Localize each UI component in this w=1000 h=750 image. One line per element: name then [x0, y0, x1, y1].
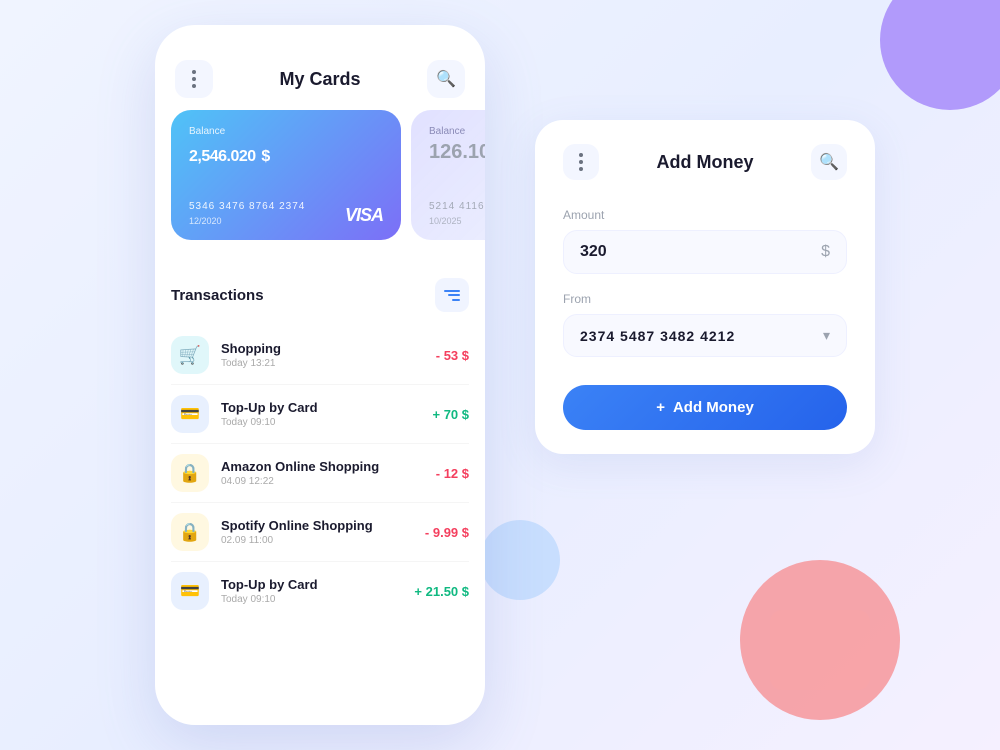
transaction-info: Amazon Online Shopping 04.09 12:22	[221, 459, 436, 487]
card-balance-label: Balance	[189, 126, 383, 137]
transaction-info: Shopping Today 13:21	[221, 341, 436, 369]
amount-input-row[interactable]: $	[563, 230, 847, 274]
transaction-item[interactable]: 💳 Top-Up by Card Today 09:10 + 70 $	[171, 385, 469, 444]
card-secondary-expiry: 10/2025	[429, 216, 462, 226]
transaction-date: 04.09 12:22	[221, 476, 436, 487]
card-brand: VISA	[345, 205, 383, 226]
add-money-button[interactable]: + Add Money	[563, 385, 847, 430]
chevron-down-icon: ▾	[823, 327, 830, 344]
from-card-select[interactable]: 2374 5487 3482 4212 ▾	[563, 314, 847, 357]
decorative-rect-pink	[770, 610, 870, 690]
transaction-amount: - 12 $	[436, 466, 469, 481]
page-title: My Cards	[279, 69, 360, 90]
transaction-icon-amazon: 🔒	[171, 454, 209, 492]
transaction-item[interactable]: 💳 Top-Up by Card Today 09:10 + 21.50 $	[171, 562, 469, 620]
card-secondary[interactable]: Balance 126.10 $ 5214 4116 8614 2717 10/…	[411, 110, 485, 240]
phone-frame: My Cards 🔍 Balance 2,546.020 $ 5346 3476…	[155, 25, 485, 725]
filter-button[interactable]	[435, 278, 469, 312]
transaction-name: Top-Up by Card	[221, 577, 414, 592]
transaction-info: Top-Up by Card Today 09:10	[221, 400, 432, 428]
transaction-name: Top-Up by Card	[221, 400, 432, 415]
add-money-header: Add Money 🔍	[563, 144, 847, 180]
from-label: From	[563, 292, 847, 306]
transactions-title: Transactions	[171, 287, 264, 304]
card-secondary-balance-label: Balance	[429, 126, 485, 137]
filter-icon	[444, 290, 460, 301]
plus-icon: +	[656, 399, 665, 416]
transaction-date: Today 09:10	[221, 417, 432, 428]
transaction-icon-card2: 💳	[171, 572, 209, 610]
amount-label: Amount	[563, 208, 847, 222]
transaction-name: Spotify Online Shopping	[221, 518, 425, 533]
card-primary[interactable]: Balance 2,546.020 $ 5346 3476 8764 2374 …	[171, 110, 401, 240]
cards-carousel: Balance 2,546.020 $ 5346 3476 8764 2374 …	[155, 110, 485, 256]
transaction-item[interactable]: 🛒 Shopping Today 13:21 - 53 $	[171, 326, 469, 385]
card-secondary-number: 5214 4116 8614 2717	[429, 201, 485, 212]
transaction-icon-shopping: 🛒	[171, 336, 209, 374]
add-money-search-button[interactable]: 🔍	[811, 144, 847, 180]
transaction-name: Shopping	[221, 341, 436, 356]
from-card-value: 2374 5487 3482 4212	[580, 328, 823, 344]
transaction-date: 02.09 11:00	[221, 535, 425, 546]
transaction-amount: - 53 $	[436, 348, 469, 363]
add-money-menu-button[interactable]	[563, 144, 599, 180]
decorative-circle-blue	[480, 520, 560, 600]
transaction-icon-card: 💳	[171, 395, 209, 433]
transaction-info: Top-Up by Card Today 09:10	[221, 577, 414, 605]
add-money-button-label: Add Money	[673, 399, 754, 416]
add-money-title: Add Money	[657, 152, 754, 173]
transaction-name: Amazon Online Shopping	[221, 459, 436, 474]
transaction-item[interactable]: 🔒 Spotify Online Shopping 02.09 11:00 - …	[171, 503, 469, 562]
transaction-item[interactable]: 🔒 Amazon Online Shopping 04.09 12:22 - 1…	[171, 444, 469, 503]
dots-menu-icon	[579, 153, 583, 171]
card-secondary-balance-amount: 126.10 $	[429, 141, 485, 164]
search-button[interactable]: 🔍	[427, 60, 465, 98]
card-expiry: 12/2020	[189, 216, 222, 226]
transaction-amount: + 70 $	[432, 407, 469, 422]
transaction-date: Today 09:10	[221, 594, 414, 605]
dots-menu-icon	[192, 70, 196, 88]
card-number: 5346 3476 8764 2374	[189, 201, 305, 212]
currency-symbol: $	[821, 243, 830, 261]
transaction-amount: - 9.99 $	[425, 525, 469, 540]
transaction-icon-spotify: 🔒	[171, 513, 209, 551]
search-icon: 🔍	[819, 152, 839, 172]
transaction-date: Today 13:21	[221, 358, 436, 369]
transactions-panel: Transactions 🛒 Shopping Today 13:21 - 53…	[155, 260, 485, 660]
add-money-panel: Add Money 🔍 Amount $ From 2374 5487 3482…	[535, 120, 875, 454]
card-balance-amount: 2,546.020 $	[189, 141, 383, 167]
search-icon: 🔍	[436, 69, 456, 89]
menu-button[interactable]	[175, 60, 213, 98]
amount-input[interactable]	[580, 243, 821, 261]
transaction-amount: + 21.50 $	[414, 584, 469, 599]
decorative-circle-purple	[880, 0, 1000, 110]
phone-notch	[280, 25, 360, 47]
transaction-info: Spotify Online Shopping 02.09 11:00	[221, 518, 425, 546]
transactions-header: Transactions	[171, 278, 469, 312]
